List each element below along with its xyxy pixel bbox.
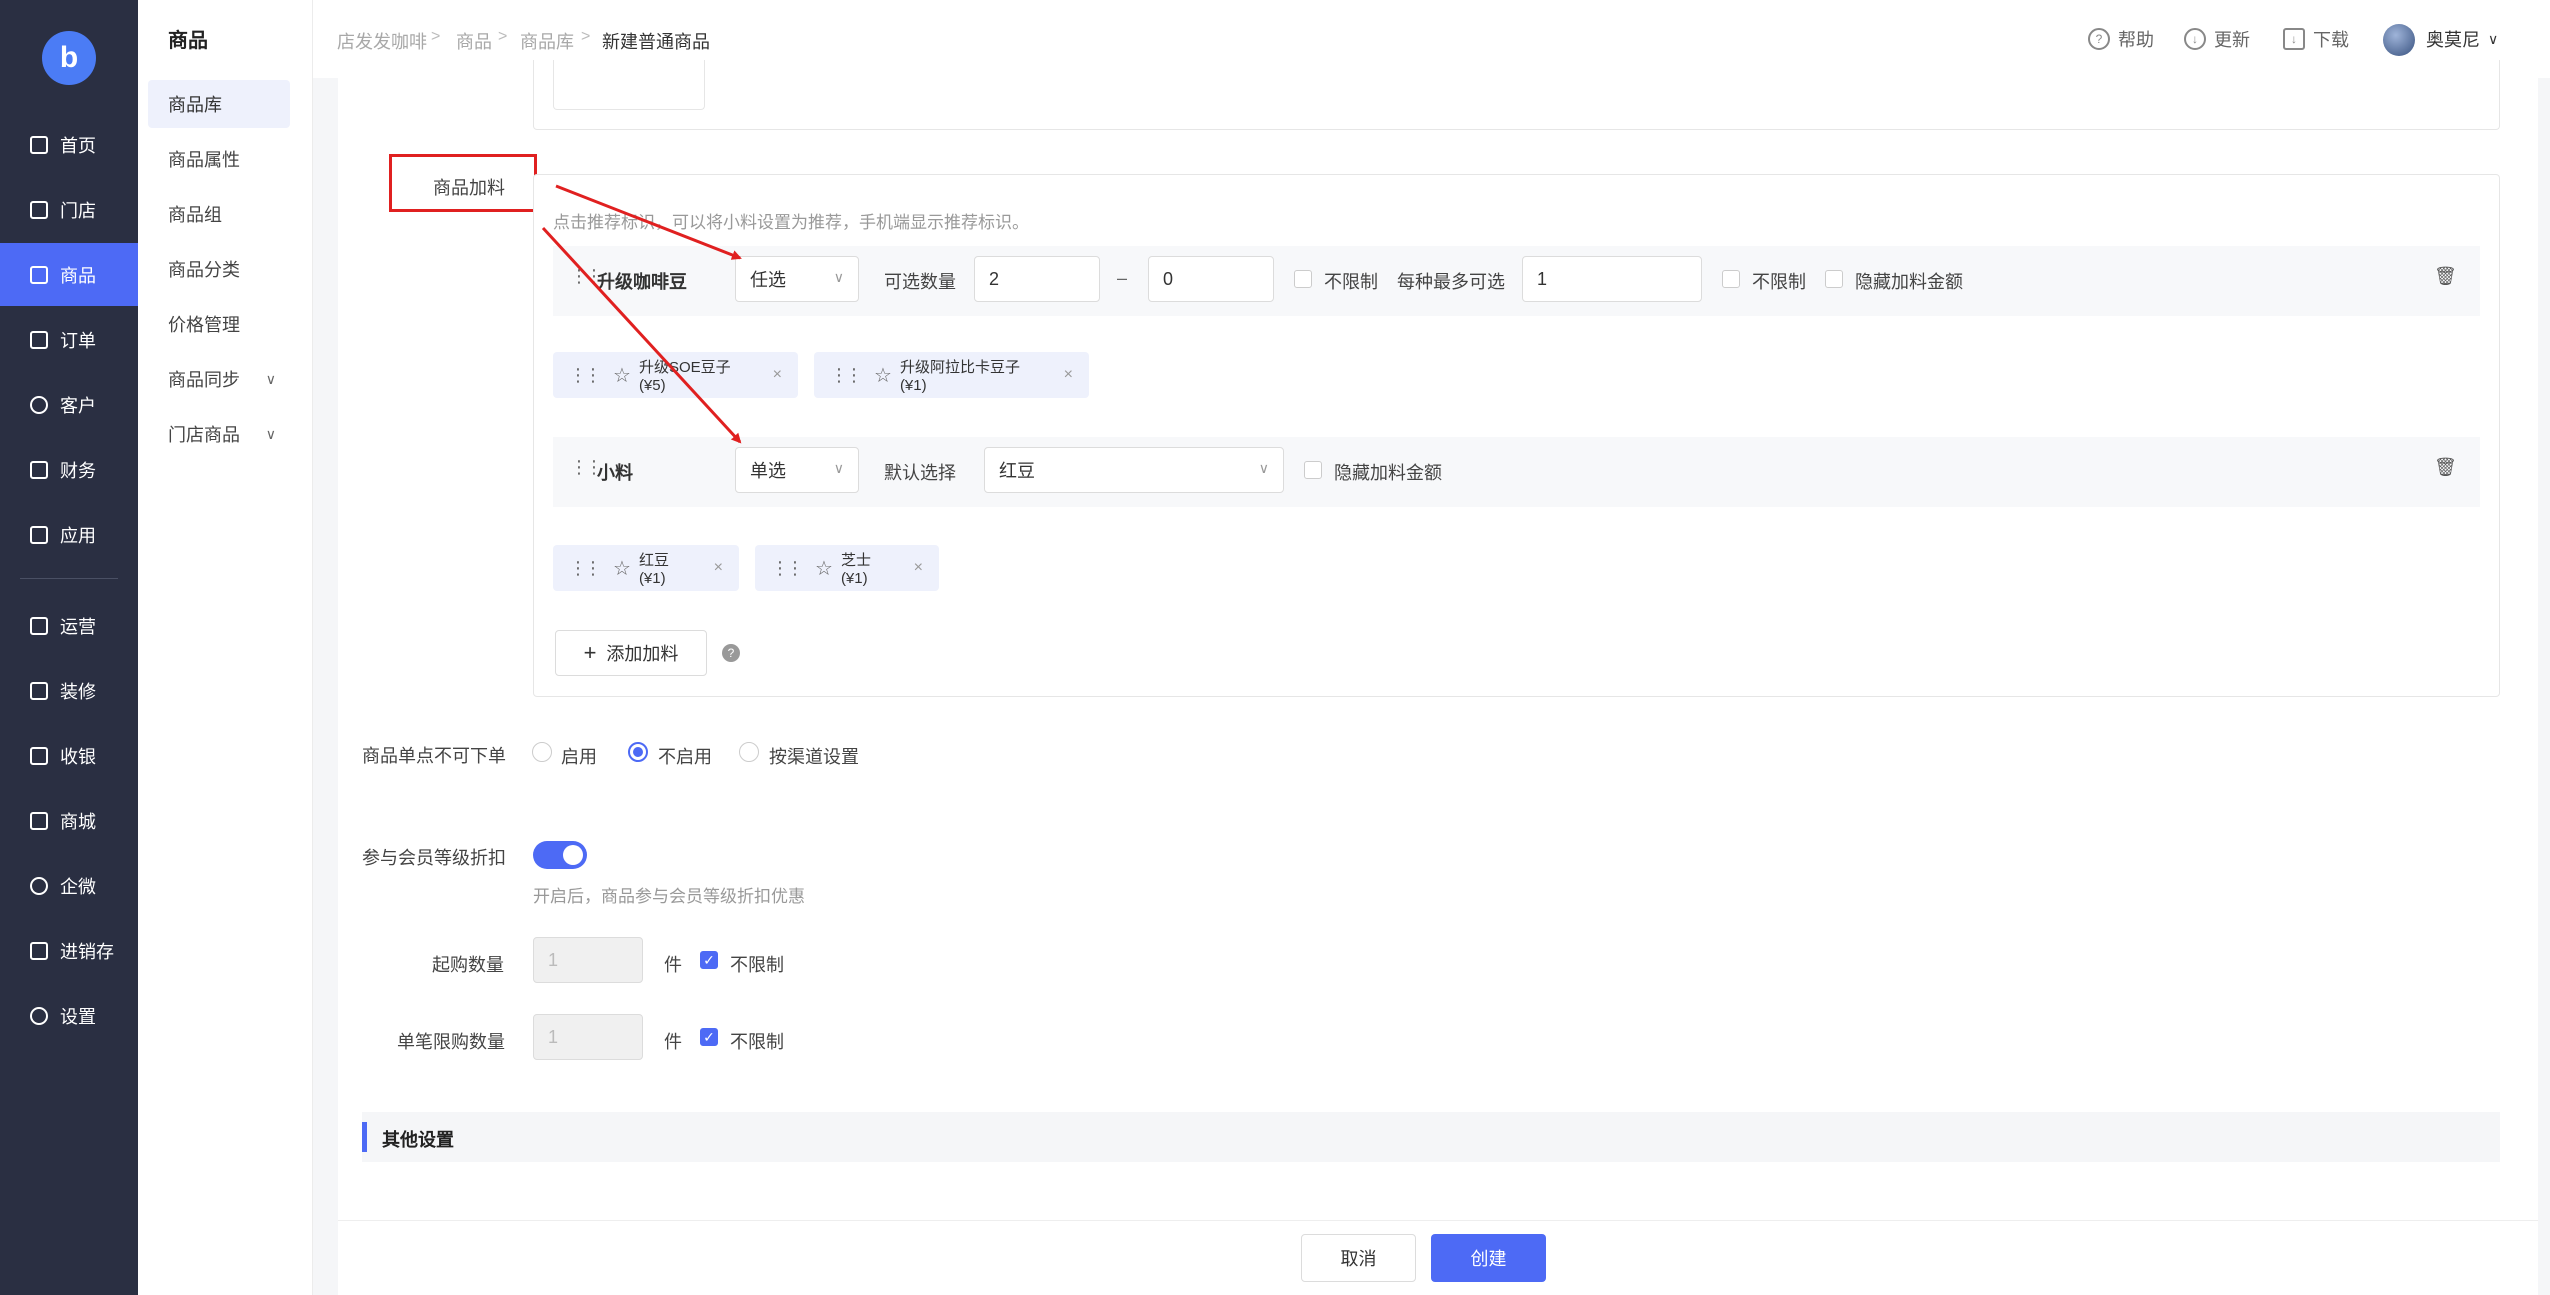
radio-enable-label: 启用	[561, 747, 597, 767]
annotation-arrows	[541, 184, 742, 444]
max-qty-unit: 件	[664, 1032, 682, 1052]
min-qty-input[interactable]: 1	[533, 937, 643, 983]
member-discount-hint: 开启后，商品参与会员等级折扣优惠	[533, 887, 805, 906]
min-qty-unit: 件	[664, 955, 682, 975]
max-qty-unlimited-label: 不限制	[730, 1032, 784, 1052]
member-discount-label: 参与会员等级折扣	[362, 848, 506, 868]
input-value: 1	[548, 1026, 559, 1047]
annotation-arrow	[541, 226, 742, 444]
create-button[interactable]: 创建	[1431, 1234, 1546, 1282]
max-qty-label: 单笔限购数量	[397, 1032, 505, 1052]
other-settings-title: 其他设置	[382, 1130, 454, 1150]
radio-by-channel[interactable]	[739, 742, 759, 762]
radio-disable[interactable]	[628, 742, 648, 762]
other-settings-header	[362, 1112, 2500, 1162]
min-qty-unlimited-checkbox[interactable]: ✓	[700, 951, 718, 969]
member-discount-toggle[interactable]	[533, 841, 587, 869]
max-qty-input[interactable]: 1	[533, 1014, 643, 1060]
min-qty-label: 起购数量	[432, 955, 504, 975]
radio-enable[interactable]	[532, 742, 552, 762]
input-value: 1	[548, 949, 559, 970]
single-point-label: 商品单点不可下单	[362, 746, 506, 766]
radio-disable-label: 不启用	[658, 747, 712, 767]
radio-by-channel-label: 按渠道设置	[769, 747, 859, 767]
min-qty-unlimited-label: 不限制	[730, 955, 784, 975]
annotation-arrow	[555, 184, 742, 260]
section-accent-bar	[362, 1122, 367, 1152]
cancel-button[interactable]: 取消	[1301, 1234, 1416, 1282]
max-qty-unlimited-checkbox[interactable]: ✓	[700, 1028, 718, 1046]
